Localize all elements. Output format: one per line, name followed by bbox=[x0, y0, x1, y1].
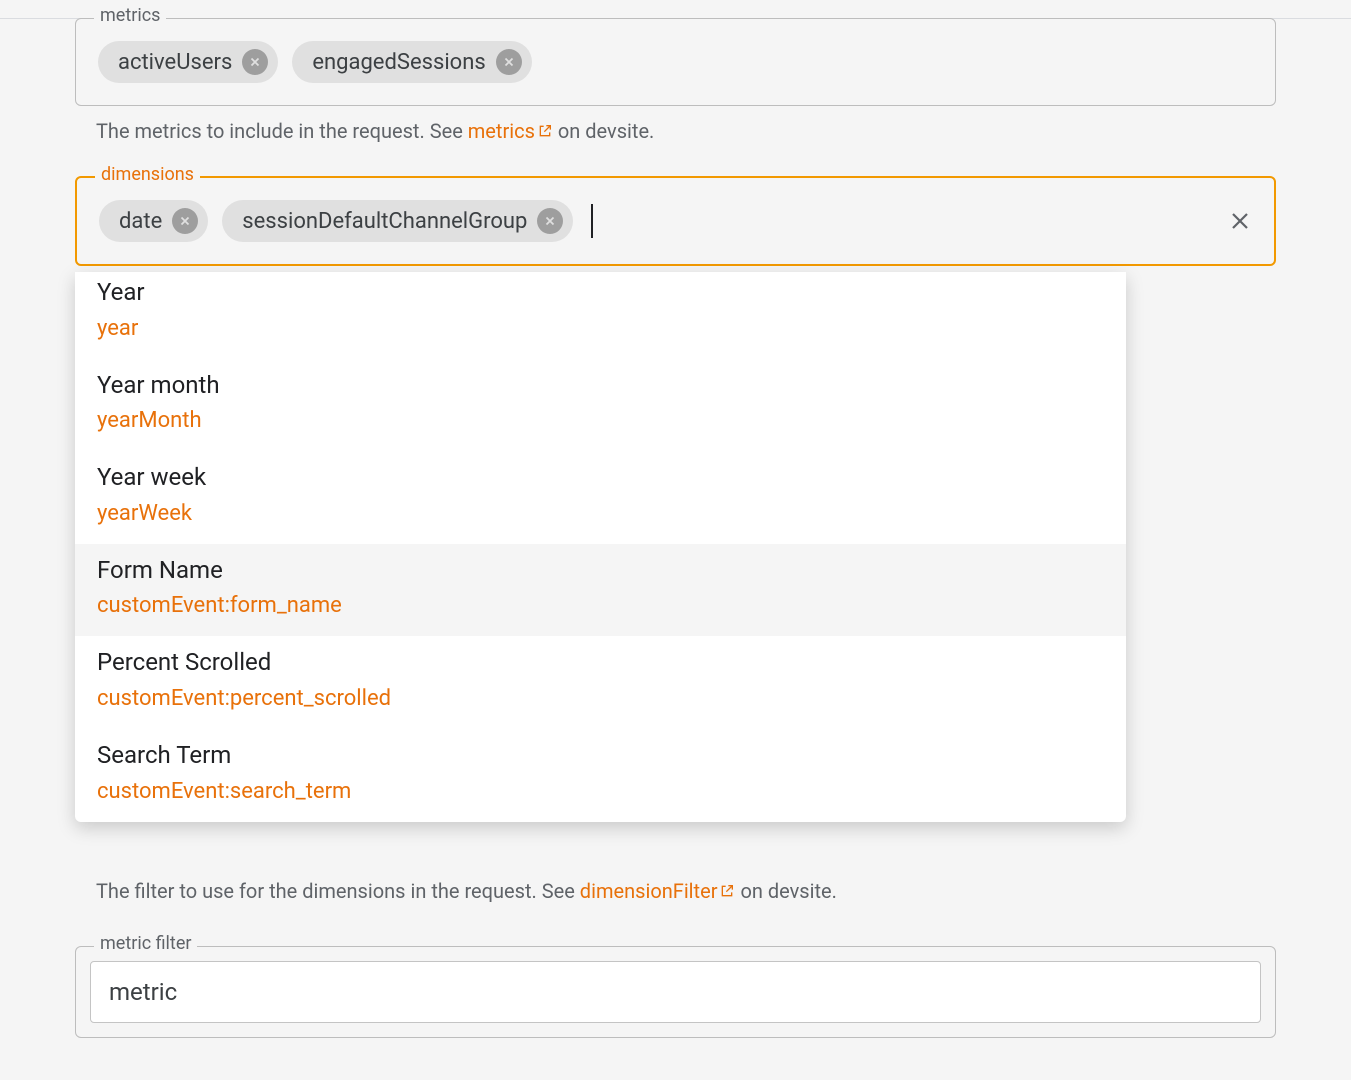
chip-label: sessionDefaultChannelGroup bbox=[242, 209, 527, 234]
dropdown-option-title: Year bbox=[97, 276, 1104, 310]
dropdown-option-api-name: year bbox=[97, 312, 1104, 345]
chip: activeUsers bbox=[98, 41, 278, 83]
dimensions-field[interactable]: dimensions datesessionDefaultChannelGrou… bbox=[75, 176, 1276, 266]
dropdown-option-title: Form Name bbox=[97, 554, 1104, 588]
chip: engagedSessions bbox=[292, 41, 531, 83]
dimensions-helper-suffix: on devsite. bbox=[735, 879, 836, 903]
chip-remove-icon[interactable] bbox=[537, 208, 563, 234]
dropdown-option-api-name: customEvent:search_term bbox=[97, 775, 1104, 808]
chip-label: activeUsers bbox=[118, 50, 232, 75]
dimensions-chip-row: date sessionDefaultChannelGroup bbox=[99, 196, 1252, 246]
metric-filter-legend: metric filter bbox=[94, 935, 197, 953]
dropdown-option-api-name: yearMonth bbox=[97, 404, 1104, 437]
dropdown-option-title: Year month bbox=[97, 369, 1104, 403]
chip: sessionDefaultChannelGroup bbox=[222, 200, 573, 242]
dropdown-option-api-name: customEvent:form_name bbox=[97, 589, 1104, 622]
dropdown-option[interactable]: Search TermcustomEvent:search_term bbox=[75, 729, 1126, 822]
dropdown-option-title: Year week bbox=[97, 461, 1104, 495]
metrics-helper-suffix: on devsite. bbox=[553, 119, 654, 143]
metric-filter-inner[interactable]: metric bbox=[90, 961, 1261, 1023]
chip-remove-icon[interactable] bbox=[496, 49, 522, 75]
external-link-icon bbox=[719, 877, 735, 893]
dropdown-option[interactable]: Year monthyearMonth bbox=[75, 359, 1126, 452]
dropdown-option-title: Search Term bbox=[97, 739, 1104, 773]
dimensions-dropdown[interactable]: YearyearYear monthyearMonthYear weekyear… bbox=[75, 272, 1126, 822]
dimensions-helper-link[interactable]: dimensionFilter bbox=[580, 879, 736, 903]
chip-remove-icon[interactable] bbox=[172, 208, 198, 234]
metrics-field[interactable]: metrics activeUsersengagedSessions bbox=[75, 18, 1276, 106]
dimensions-helper: The filter to use for the dimensions in … bbox=[96, 876, 1276, 906]
chip-label: engagedSessions bbox=[312, 50, 485, 75]
dropdown-option[interactable]: Year weekyearWeek bbox=[75, 451, 1126, 544]
metric-filter-inner-label: metric bbox=[109, 978, 177, 1006]
dropdown-option[interactable]: Percent ScrolledcustomEvent:percent_scro… bbox=[75, 636, 1126, 729]
metrics-chip-row: activeUsers engagedSessions bbox=[98, 37, 1253, 87]
metrics-helper: The metrics to include in the request. S… bbox=[96, 116, 1276, 146]
dropdown-option[interactable]: Form NamecustomEvent:form_name bbox=[75, 544, 1126, 637]
metrics-helper-link[interactable]: metrics bbox=[468, 119, 553, 143]
clear-dimensions-icon[interactable] bbox=[1224, 205, 1256, 237]
dropdown-option[interactable]: Yearyear bbox=[75, 272, 1126, 359]
external-link-icon bbox=[537, 117, 553, 133]
chip: date bbox=[99, 200, 208, 242]
dropdown-option-api-name: customEvent:percent_scrolled bbox=[97, 682, 1104, 715]
metrics-helper-prefix: The metrics to include in the request. S… bbox=[96, 119, 468, 143]
chip-label: date bbox=[119, 209, 162, 234]
text-caret bbox=[591, 204, 593, 238]
dropdown-option-title: Percent Scrolled bbox=[97, 646, 1104, 680]
metric-filter-field[interactable]: metric filter metric bbox=[75, 946, 1276, 1038]
metrics-legend: metrics bbox=[94, 7, 166, 25]
dimensions-legend: dimensions bbox=[95, 166, 200, 184]
dropdown-option-api-name: yearWeek bbox=[97, 497, 1104, 530]
dimensions-helper-prefix: The filter to use for the dimensions in … bbox=[96, 879, 580, 903]
chip-remove-icon[interactable] bbox=[242, 49, 268, 75]
